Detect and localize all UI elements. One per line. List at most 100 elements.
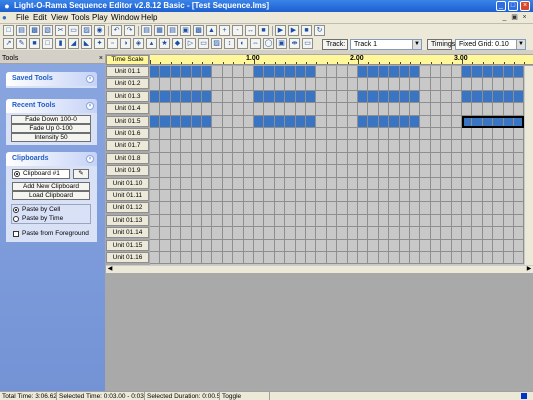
grid-cell[interactable] <box>482 214 494 228</box>
grid-cell[interactable] <box>451 227 462 240</box>
grid-cell[interactable] <box>430 66 442 79</box>
grid-cell[interactable] <box>378 227 390 240</box>
grid-cell[interactable] <box>243 177 254 190</box>
grid-cell[interactable] <box>420 190 431 203</box>
grid-cell[interactable] <box>285 202 296 215</box>
grid-cell[interactable] <box>347 140 358 153</box>
grid-cell[interactable] <box>482 177 494 190</box>
grid-cell[interactable] <box>430 78 442 91</box>
grid-cell[interactable] <box>306 66 317 79</box>
grid-cell[interactable] <box>389 177 400 190</box>
effect-mirror-icon[interactable]: ⇔ <box>250 38 261 49</box>
channel-name[interactable]: Unit 01.15 <box>106 239 149 251</box>
grid-cell[interactable] <box>233 66 244 79</box>
grid-cell[interactable] <box>285 66 296 79</box>
grid-cell[interactable] <box>389 202 400 215</box>
redo-icon[interactable]: ↷ <box>124 25 135 36</box>
cut-icon[interactable]: ✂ <box>55 25 66 36</box>
grid-cell[interactable] <box>212 190 223 203</box>
mdi-restore-button[interactable]: ▣ <box>510 14 519 22</box>
grid-cell[interactable] <box>181 90 192 104</box>
grid-cell[interactable] <box>337 66 348 79</box>
grid-cell[interactable] <box>493 177 504 190</box>
grid-cell[interactable] <box>389 165 400 178</box>
grid-cell[interactable] <box>202 165 213 178</box>
grid-cell[interactable] <box>150 165 161 178</box>
grid-cell[interactable] <box>181 165 192 178</box>
grid-cell[interactable] <box>222 165 234 178</box>
collapse-icon[interactable]: ˄ <box>86 75 94 83</box>
grid-cell[interactable] <box>326 103 338 116</box>
video-icon[interactable]: ▣ <box>180 25 191 36</box>
channel-name[interactable]: Unit 01.16 <box>106 252 149 263</box>
grid-cell[interactable] <box>243 239 254 252</box>
grid-cell[interactable] <box>482 190 494 203</box>
list-view-icon[interactable]: ▤ <box>167 25 178 36</box>
grid-cell[interactable] <box>378 165 390 178</box>
grid-cell[interactable] <box>430 90 442 104</box>
grid-cell[interactable] <box>191 202 202 215</box>
grid-cell[interactable] <box>399 66 410 79</box>
grid-cell[interactable] <box>212 214 223 228</box>
grid-cell[interactable] <box>503 152 514 166</box>
grid-cell[interactable] <box>410 202 421 215</box>
grid-cell[interactable] <box>493 165 504 178</box>
grid-cell[interactable] <box>274 115 286 128</box>
grid-cell[interactable] <box>202 239 213 252</box>
grid-cell[interactable] <box>368 227 379 240</box>
grid-cell[interactable] <box>306 202 317 215</box>
grid-cell[interactable] <box>160 214 171 228</box>
grid-cell[interactable] <box>389 190 400 203</box>
grid-cell[interactable] <box>482 202 494 215</box>
effect-toggle-icon[interactable]: ◑ <box>120 38 131 49</box>
grid-cell[interactable] <box>399 103 410 116</box>
grid-cell[interactable] <box>285 227 296 240</box>
grid-cell[interactable] <box>274 78 286 91</box>
grid-cell[interactable] <box>368 78 379 91</box>
channel-name[interactable]: Unit 01.10 <box>106 177 149 189</box>
grid-cell[interactable] <box>243 103 254 116</box>
chevron-down-icon[interactable]: ▼ <box>412 40 421 49</box>
grid-cell[interactable] <box>191 214 202 228</box>
grid-cell[interactable] <box>420 214 431 228</box>
effect-paste-icon[interactable]: ▨ <box>211 38 222 49</box>
menu-view[interactable]: View <box>51 12 68 24</box>
grid-cell[interactable] <box>493 190 504 203</box>
grid-cell[interactable] <box>399 90 410 104</box>
grid-cell[interactable] <box>514 202 525 215</box>
grid-cell[interactable] <box>441 140 452 153</box>
grid-cell[interactable] <box>410 103 421 116</box>
channel-name[interactable]: Unit 01.4 <box>106 103 149 115</box>
grid-cell[interactable] <box>441 115 452 128</box>
grid-cell[interactable] <box>514 177 525 190</box>
grid-cell[interactable] <box>181 115 192 128</box>
grid-cell[interactable] <box>337 140 348 153</box>
grid-cell[interactable] <box>264 140 275 153</box>
clipboards-header[interactable]: Clipboards ˄ <box>6 152 97 166</box>
grid-cell[interactable] <box>451 165 462 178</box>
effect-off-icon[interactable]: □ <box>42 38 53 49</box>
grid-cell[interactable] <box>264 115 275 128</box>
effect-shift-icon[interactable]: ↕ <box>224 38 235 49</box>
grid-cell[interactable] <box>368 252 379 265</box>
grid-cell[interactable] <box>212 227 223 240</box>
grid-cell[interactable] <box>254 115 265 128</box>
grid-cell[interactable] <box>326 239 338 252</box>
grid-cell[interactable] <box>430 252 442 265</box>
grid-cell[interactable] <box>368 239 379 252</box>
grid-cell[interactable] <box>160 152 171 166</box>
grid-cell[interactable] <box>462 90 473 104</box>
grid-cell[interactable] <box>254 152 265 166</box>
grid-cell[interactable] <box>451 214 462 228</box>
grid-cell[interactable] <box>202 78 213 91</box>
grid-cell[interactable] <box>202 202 213 215</box>
grid-cell[interactable] <box>316 252 327 265</box>
grid-cell[interactable] <box>181 103 192 116</box>
grid-cell[interactable] <box>378 115 390 128</box>
open-folder-icon[interactable]: ▤ <box>16 25 27 36</box>
grid-cell[interactable] <box>420 78 431 91</box>
grid-cell[interactable] <box>274 165 286 178</box>
grid-cell[interactable] <box>368 90 379 104</box>
menu-help[interactable]: Help <box>141 12 157 24</box>
grid-cell[interactable] <box>514 227 525 240</box>
